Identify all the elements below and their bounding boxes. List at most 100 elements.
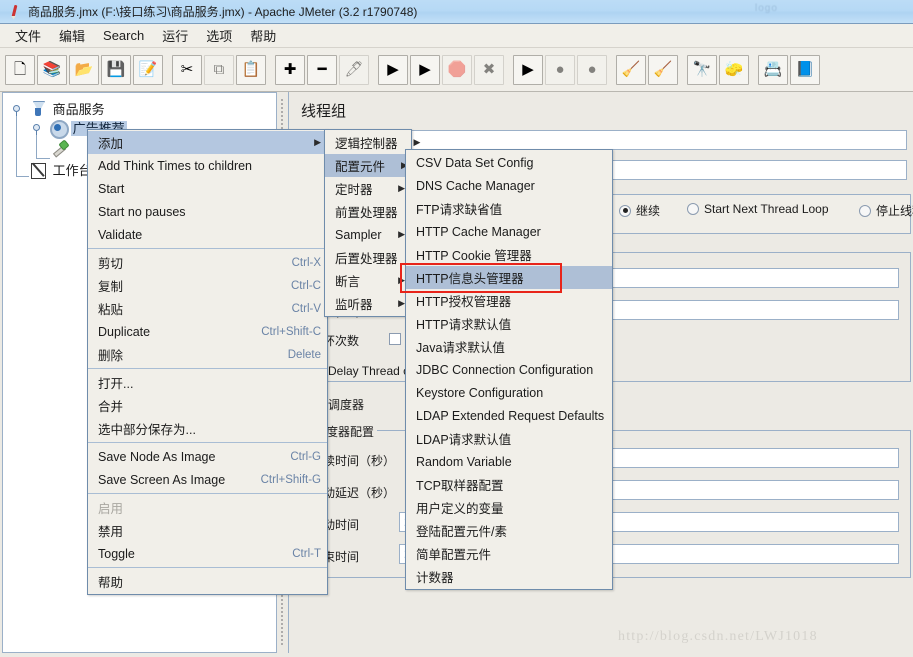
menu-item-validate[interactable]: Validate [88,223,327,246]
config-item-http-authorization-manager-label: HTTP授权管理器 [416,295,512,309]
submenu-item-pre-processor[interactable]: 前置处理器▶ [325,200,420,223]
tree-expand-handle-root[interactable] [13,105,20,116]
menu-item-start-no-pauses[interactable]: Start no pauses [88,200,327,223]
config-item-ldap-request-defaults[interactable]: LDAP请求默认值 [406,427,612,450]
add-submenu[interactable]: 逻辑控制器▶配置元件▶定时器▶前置处理器▶Sampler▶后置处理器▶断言▶监听… [324,129,420,317]
collapse-all-icon[interactable]: ━ [307,54,337,85]
config-item-login-config-element[interactable]: 登陆配置元件/素 [406,519,612,542]
menu-item-add-label: 添加 [98,137,124,151]
menu-item-save-node-as-image-label: Save Node As Image [98,449,216,464]
menu-search[interactable]: Search [94,25,153,46]
config-item-keystore-configuration[interactable]: Keystore Configuration [406,381,612,404]
config-item-http-request-defaults[interactable]: HTTP请求默认值 [406,312,612,335]
radio-continue[interactable]: 继续 [619,202,660,219]
menu-item-save-node-as-image[interactable]: Save Node As Image Ctrl-G [88,445,327,468]
submenu-item-timer-label: 定时器 [335,183,373,197]
config-item-simple-config-element[interactable]: 简单配置元件 [406,542,612,565]
menu-item-cut[interactable]: 剪切 Ctrl-X [88,251,327,274]
menu-item-add-think-times[interactable]: Add Think Times to children [88,154,327,177]
open-icon[interactable]: 📂 [69,54,99,85]
menu-item-open[interactable]: 打开... [88,371,327,394]
menu-item-copy-accelerator: Ctrl-C [290,279,321,292]
config-item-http-cookie-manager[interactable]: HTTP Cookie 管理器 [406,243,612,266]
menu-item-open-label: 打开... [98,377,134,391]
clear-all-icon[interactable]: 🧹 [648,54,678,85]
expand-all-icon[interactable]: ✚ [275,54,305,85]
menu-file[interactable]: 文件 [6,23,50,48]
remote-stop-all-icon-glyph: ● [555,61,565,78]
config-item-ftp-request-defaults[interactable]: FTP请求缺省值 [406,197,612,220]
tree-line-sampler [36,158,50,159]
save-as-icon[interactable]: 📝 [133,54,163,85]
radio-start-next-thread-loop[interactable]: Start Next Thread Loop [687,202,829,216]
reset-search-icon[interactable]: 🧽 [719,54,749,85]
clear-icon[interactable]: 🧹 [616,54,646,85]
submenu-item-logic-controller[interactable]: 逻辑控制器 ▶ [325,131,420,154]
submenu-item-listener[interactable]: 监听器 ▶ [325,292,411,315]
search-icon[interactable]: 🔭 [687,54,717,85]
new-icon[interactable]: 🗋 [5,54,35,85]
config-item-java-request-defaults[interactable]: Java请求默认值 [406,335,612,358]
submenu-item-timer[interactable]: 定时器 ▶ [325,177,411,200]
menu-item-duplicate[interactable]: Duplicate Ctrl+Shift-C [88,320,327,343]
menu-item-save-selection-as[interactable]: 选中部分保存为... [88,417,327,440]
menu-bar: 文件 编辑 Search 运行 选项 帮助 [0,24,913,48]
config-item-keystore-configuration-label: Keystore Configuration [416,385,544,400]
function-helper-icon[interactable]: 📇 [758,54,788,85]
tree-context-menu[interactable]: 添加 ▶ Add Think Times to children Start Start… [87,129,328,595]
submenu-item-sampler[interactable]: Sampler ▶ [325,223,411,246]
tree-node-sampler[interactable] [51,139,73,157]
clear-all-icon-glyph: 🧹 [653,61,673,78]
menu-item-merge-label: 合并 [98,400,124,414]
menu-item-merge[interactable]: 合并 [88,394,327,417]
templates-icon[interactable]: 📚 [37,54,67,85]
menu-edit[interactable]: 编辑 [50,23,94,48]
menu-item-copy[interactable]: 复制 Ctrl-C [88,274,327,297]
menu-help[interactable]: 帮助 [241,23,285,48]
config-item-tcp-sampler-config[interactable]: TCP取样器配置 [406,473,612,496]
tree-expand-handle-thread-group[interactable] [33,124,40,135]
menu-separator [88,567,327,568]
menu-item-save-screen-as-image[interactable]: Save Screen As Image Ctrl+Shift-G [88,468,327,491]
config-item-random-variable[interactable]: Random Variable [406,450,612,473]
config-item-ldap-extended-request-defaults[interactable]: LDAP Extended Request Defaults [406,404,612,427]
menu-item-start-no-pauses-label: Start no pauses [98,204,186,219]
name-input[interactable] [347,130,907,150]
paste-icon[interactable]: 📋 [236,54,266,85]
start-no-pauses-icon[interactable]: ▶ [410,54,440,85]
submenu-item-post-processor[interactable]: 后置处理器▶ [325,246,420,269]
menu-item-add-think-times-label: Add Think Times to children [98,158,253,173]
config-item-csv-data-set-config[interactable]: CSV Data Set Config [406,151,612,174]
config-item-http-authorization-manager[interactable]: HTTP授权管理器 [406,289,612,312]
menu-item-disable[interactable]: 禁用 [88,519,327,542]
submenu-item-assertion[interactable]: 断言 ▶ [325,269,411,292]
config-item-jdbc-connection-configuration[interactable]: JDBC Connection Configuration [406,358,612,381]
menu-item-start[interactable]: Start [88,177,327,200]
config-item-user-defined-variables[interactable]: 用户定义的变量 [406,496,612,519]
config-item-http-request-defaults-label: HTTP请求默认值 [416,318,512,332]
tree-node-workbench[interactable]: 工作台 [29,160,94,179]
config-element-submenu[interactable]: CSV Data Set Config DNS Cache Manager FTP请… [405,149,613,590]
config-item-http-header-manager[interactable]: HTTP信息头管理器 [406,266,612,289]
remote-start-all-icon[interactable]: ▶ [513,54,543,85]
menu-item-add[interactable]: 添加 ▶ [88,131,327,154]
config-item-dns-cache-manager[interactable]: DNS Cache Manager [406,174,612,197]
menu-item-toggle[interactable]: Toggle Ctrl-T [88,542,327,565]
cut-icon[interactable]: ✂ [172,54,202,85]
menu-item-delete[interactable]: 删除 Delete [88,343,327,366]
menu-item-paste[interactable]: 粘贴 Ctrl-V [88,297,327,320]
submenu-item-config-element[interactable]: 配置元件▶ [325,154,411,177]
menu-options[interactable]: 选项 [197,23,241,48]
start-icon[interactable]: ▶ [378,54,408,85]
menu-run[interactable]: 运行 [153,23,197,48]
save-icon[interactable]: 💾 [101,54,131,85]
config-item-counter[interactable]: 计数器 [406,565,612,588]
config-item-http-cache-manager[interactable]: HTTP Cache Manager [406,220,612,243]
help-icon[interactable]: 📘 [790,54,820,85]
tree-node-test-plan[interactable]: 商品服务 [29,99,107,118]
menu-item-help[interactable]: 帮助 [88,570,327,593]
menu-separator [88,442,327,443]
menu-item-cut-accelerator: Ctrl-X [291,256,321,269]
radio-stop-thread[interactable]: 停止线程 [859,202,913,219]
save-icon-glyph: 💾 [106,61,126,78]
